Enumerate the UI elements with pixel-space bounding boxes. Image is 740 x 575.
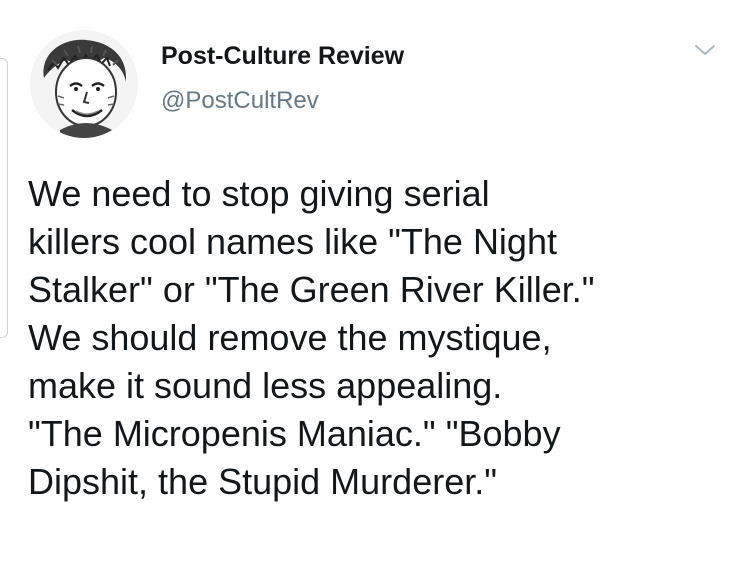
tweet-text: We need to stop giving serial killers co… bbox=[28, 170, 728, 506]
tweet-menu-button[interactable] bbox=[690, 38, 720, 62]
display-name[interactable]: Post-Culture Review bbox=[161, 41, 404, 71]
chevron-down-icon bbox=[695, 45, 715, 55]
user-handle[interactable]: @PostCultRev bbox=[161, 86, 319, 116]
tweet-text-line: Dipshit, the Stupid Murderer." bbox=[28, 461, 498, 502]
tweet-text-line: "The Micropenis Maniac." "Bobby bbox=[28, 413, 561, 454]
tweet-card: Post-Culture Review @PostCultRev We need… bbox=[0, 0, 740, 575]
tweet-text-line: Stalker" or "The Green River Killer." bbox=[28, 269, 595, 310]
tweet-text-line: We should remove the mystique, bbox=[28, 317, 552, 358]
avatar[interactable] bbox=[30, 30, 138, 138]
tweet-text-line: We need to stop giving serial bbox=[28, 173, 490, 214]
tweet-text-line: make it sound less appealing. bbox=[28, 365, 503, 406]
avatar-illustration-icon bbox=[30, 30, 138, 138]
tweet-text-line: killers cool names like "The Night bbox=[28, 221, 557, 262]
thread-edge-divider bbox=[0, 58, 8, 338]
